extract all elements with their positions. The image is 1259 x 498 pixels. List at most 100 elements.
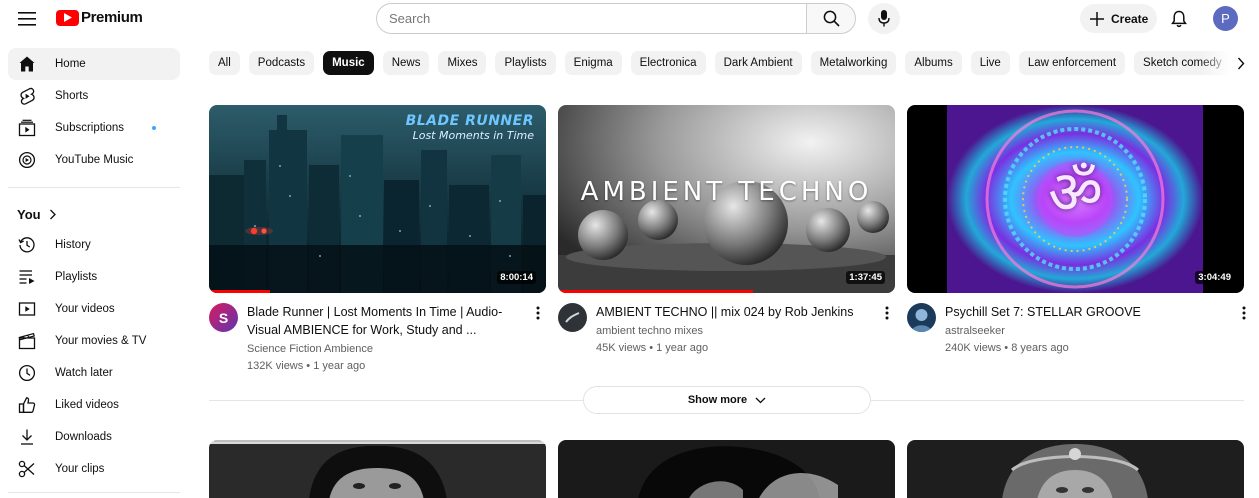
video-stats: 45K views • 1 year ago — [596, 342, 709, 354]
chip-music[interactable]: Music — [323, 51, 374, 75]
thumbnail-text: BLADE RUNNER — [405, 113, 534, 129]
thumbnail-text: AMBIENT TECHNO — [580, 177, 873, 207]
video-thumbnail[interactable]: ॐ 3:04:49 — [907, 105, 1244, 293]
search-button[interactable] — [806, 3, 856, 34]
video-title[interactable]: Psychill Set 7: STELLAR GROOVE — [945, 303, 1220, 321]
youtube-play-logo-icon — [56, 9, 79, 26]
more-options-icon[interactable] — [879, 303, 895, 323]
video-duration: 8:00:14 — [497, 271, 536, 284]
sidebar-item-label: YouTube Music — [55, 154, 134, 166]
more-options-icon[interactable] — [1236, 303, 1252, 323]
sidebar-section-you[interactable]: You — [0, 199, 190, 229]
chip-mixes[interactable]: Mixes — [438, 51, 487, 75]
menu-icon[interactable] — [14, 6, 40, 32]
plus-icon — [1090, 11, 1104, 26]
video-thumbnail[interactable]: AMBIENT TECHNO 1:37:45 — [558, 105, 895, 293]
sidebar-divider — [8, 492, 180, 493]
sidebar-item-your-videos[interactable]: Your videos — [8, 293, 180, 325]
sidebar-item-label: Home — [55, 58, 86, 70]
chip-law-enforcement[interactable]: Law enforcement — [1018, 51, 1126, 75]
create-label: Create — [1111, 11, 1149, 26]
show-more-button[interactable]: Show more — [583, 386, 871, 414]
sidebar: Home Shorts Subscriptions YouTube Music … — [0, 48, 190, 498]
home-icon — [18, 55, 36, 73]
youtube-premium-logo[interactable]: Premium — [56, 9, 143, 26]
chip-live[interactable]: Live — [970, 51, 1010, 75]
chips-next-button[interactable] — [1230, 52, 1252, 74]
sidebar-item-label: Subscriptions — [55, 122, 125, 134]
video-stats: 240K views • 8 years ago — [945, 342, 1069, 354]
sidebar-item-label: Playlists — [55, 271, 98, 283]
chip-dark-ambient[interactable]: Dark Ambient — [714, 51, 802, 75]
account-avatar[interactable]: P — [1213, 6, 1238, 31]
notifications-bell-icon[interactable] — [1168, 8, 1190, 30]
video-stats: 132K views • 1 year ago — [247, 360, 366, 372]
sidebar-item-watch-later[interactable]: Watch later — [8, 357, 180, 389]
chip-podcasts[interactable]: Podcasts — [248, 51, 315, 75]
microphone-icon — [878, 10, 890, 27]
chevron-right-icon — [1237, 57, 1245, 69]
chip-metalworking[interactable]: Metalworking — [810, 51, 897, 75]
channel-name[interactable]: ambient techno mixes — [596, 323, 871, 340]
sidebar-item-playlists[interactable]: Playlists — [8, 261, 180, 293]
channel-name[interactable]: Science Fiction Ambience — [247, 341, 522, 358]
sidebar-item-label: History — [55, 239, 91, 251]
video-title[interactable]: Blade Runner | Lost Moments In Time | Au… — [247, 303, 522, 339]
search-icon — [823, 10, 840, 27]
video-card: ॐ 3:04:49 Psychill Set 7: STELLAR GROOVE… — [907, 105, 1246, 357]
subscriptions-icon — [18, 119, 36, 137]
history-icon — [18, 236, 36, 254]
thumbnail-subtext: Lost Moments in Time — [412, 129, 534, 142]
chip-enigma[interactable]: Enigma — [564, 51, 622, 75]
voice-search-button[interactable] — [868, 3, 900, 34]
sidebar-item-history[interactable]: History — [8, 229, 180, 261]
sidebar-item-home[interactable]: Home — [8, 48, 180, 80]
chip-news[interactable]: News — [382, 51, 430, 75]
sidebar-divider — [8, 187, 180, 188]
search-input[interactable] — [376, 3, 806, 34]
sidebar-item-shorts[interactable]: Shorts — [8, 80, 180, 112]
create-button[interactable]: Create — [1080, 4, 1157, 33]
sidebar-item-label: Liked videos — [55, 399, 119, 411]
youtube-music-icon — [18, 151, 36, 169]
video-title[interactable]: AMBIENT TECHNO || mix 024 by Rob Jenkins — [596, 303, 871, 321]
your-videos-icon — [18, 300, 36, 318]
chip-electronica[interactable]: Electronica — [630, 51, 706, 75]
chip-playlists[interactable]: Playlists — [495, 51, 556, 75]
sidebar-item-your-clips[interactable]: Your clips — [8, 453, 180, 485]
sidebar-item-label: Your movies & TV — [55, 335, 147, 347]
sidebar-item-downloads[interactable]: Downloads — [8, 421, 180, 453]
video-meta: S Blade Runner | Lost Moments In Time | … — [209, 303, 546, 375]
sidebar-item-liked-videos[interactable]: Liked videos — [8, 389, 180, 421]
channel-avatar[interactable] — [907, 303, 936, 332]
video-thumbnail[interactable] — [907, 440, 1244, 498]
channel-name[interactable]: astralseeker — [945, 323, 1220, 340]
you-heading: You — [17, 206, 41, 222]
search-bar — [376, 3, 856, 34]
om-symbol: ॐ — [1048, 158, 1103, 228]
more-options-icon[interactable] — [530, 303, 546, 323]
chip-albums[interactable]: Albums — [905, 51, 962, 75]
video-meta: Psychill Set 7: STELLAR GROOVE astralsee… — [907, 303, 1246, 357]
sidebar-item-subscriptions[interactable]: Subscriptions — [8, 112, 180, 144]
thumbs-up-icon — [18, 396, 36, 414]
video-card: BLADE RUNNER Lost Moments in Time 8:00:1… — [209, 105, 546, 375]
watch-progress-bar — [558, 290, 754, 293]
chip-all[interactable]: All — [209, 51, 240, 75]
sidebar-item-label: Your videos — [55, 303, 115, 315]
movies-icon — [18, 332, 36, 350]
chevron-down-icon — [755, 397, 766, 403]
channel-avatar[interactable]: S — [209, 303, 238, 332]
shorts-icon — [18, 87, 36, 105]
chevron-right-icon — [49, 209, 56, 219]
sidebar-item-movies-tv[interactable]: Your movies & TV — [8, 325, 180, 357]
new-content-dot — [152, 126, 156, 130]
video-thumbnail[interactable] — [209, 440, 546, 498]
channel-avatar[interactable] — [558, 303, 587, 332]
sidebar-item-youtube-music[interactable]: YouTube Music — [8, 144, 180, 176]
clock-icon — [18, 364, 36, 382]
show-more-label: Show more — [687, 394, 748, 406]
video-thumbnail[interactable] — [558, 440, 895, 498]
video-thumbnail[interactable]: BLADE RUNNER Lost Moments in Time 8:00:1… — [209, 105, 546, 293]
video-meta: AMBIENT TECHNO || mix 024 by Rob Jenkins… — [558, 303, 895, 357]
